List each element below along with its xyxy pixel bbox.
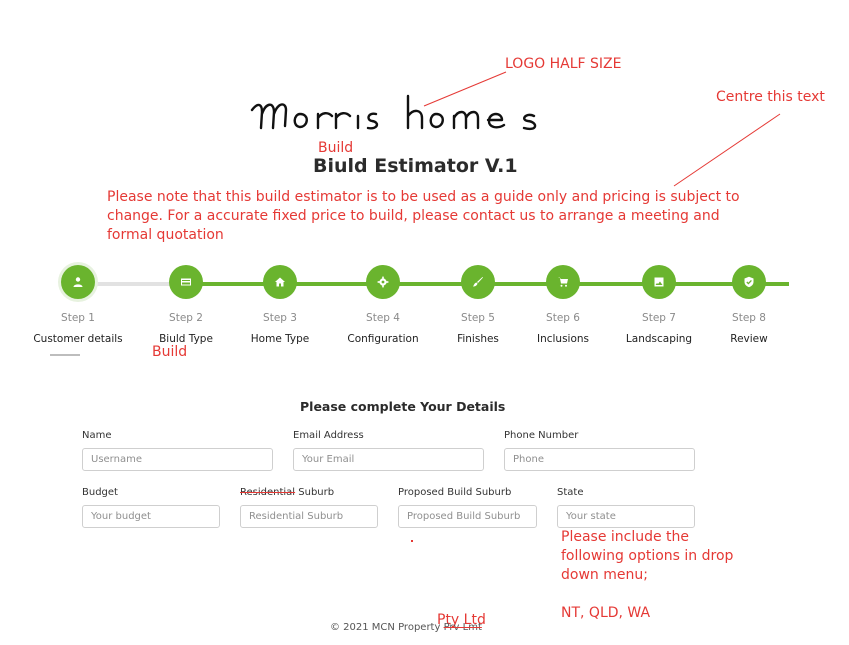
step-3-circle[interactable]	[263, 265, 297, 299]
step-8-label[interactable]: Review	[694, 333, 804, 345]
state-note-line-3: down menu;	[561, 567, 648, 583]
step-3-number: Step 3	[263, 312, 297, 324]
email-input[interactable]	[293, 448, 484, 471]
logo-half-size-note: LOGO HALF SIZE	[505, 56, 622, 72]
email-label: Email Address	[293, 430, 364, 441]
step-8-number: Step 8	[732, 312, 766, 324]
card-icon	[181, 278, 191, 286]
state-note-options: NT, QLD, WA	[561, 605, 651, 621]
step-4-label[interactable]: Configuration	[328, 333, 438, 345]
centre-note-pointer-line	[673, 113, 781, 187]
state-dropdown-note: Please include the following options in …	[561, 528, 733, 623]
user-icon	[73, 277, 83, 287]
budget-label: Budget	[82, 487, 118, 498]
step-6-number: Step 6	[546, 312, 580, 324]
step-1-label[interactable]: Customer details	[23, 333, 133, 345]
image-icon	[654, 277, 664, 287]
state-note-spacer	[561, 585, 733, 604]
budget-input[interactable]	[82, 505, 220, 528]
state-input[interactable]	[557, 505, 695, 528]
home-icon	[275, 277, 285, 287]
step-6-circle[interactable]	[546, 265, 580, 299]
brush-icon	[473, 277, 483, 287]
step-1-number: Step 1	[61, 312, 95, 324]
suburb-input[interactable]	[240, 505, 378, 528]
shield-check-icon	[744, 276, 754, 288]
name-input[interactable]	[82, 448, 273, 471]
gear-icon	[377, 276, 389, 288]
name-label: Name	[82, 430, 112, 441]
build-correction-note: Build	[318, 140, 354, 156]
disclaimer-notice: Please note that this build estimator is…	[107, 189, 740, 243]
phone-input[interactable]	[504, 448, 695, 471]
phone-label: Phone Number	[504, 430, 579, 441]
step-4-circle[interactable]	[366, 265, 400, 299]
centre-text-note: Centre this text	[716, 89, 825, 105]
suburb-label-rest: Suburb	[295, 487, 335, 498]
page-title: Biuld Estimator V.1	[313, 155, 518, 177]
footer-copyright-text: © 2021 MCN Property	[330, 622, 444, 633]
build-type-correction-note: Build	[152, 344, 188, 360]
step-5-circle[interactable]	[461, 265, 495, 299]
logo-note-pointer-line	[423, 71, 507, 107]
step-2-circle[interactable]	[169, 265, 203, 299]
step-8-circle[interactable]	[732, 265, 766, 299]
build-suburb-label: Proposed Build Suburb	[398, 487, 512, 498]
state-label: State	[557, 487, 584, 498]
step-1-circle[interactable]	[61, 265, 95, 299]
step-1-active-underline	[50, 354, 80, 356]
step-4-number: Step 4	[366, 312, 400, 324]
step-7-circle[interactable]	[642, 265, 676, 299]
suburb-label: Residential Suburb	[240, 487, 334, 498]
stray-red-mark	[411, 540, 413, 542]
state-note-line-2: following options in drop	[561, 548, 734, 564]
step-6-label[interactable]: Inclusions	[508, 333, 618, 345]
state-note-line-1: Please include the	[561, 529, 690, 545]
build-suburb-input[interactable]	[398, 505, 537, 528]
form-title: Please complete Your Details	[300, 399, 506, 414]
suburb-label-struck-word: Residential	[240, 487, 296, 498]
footer-struck-text: Prv Lmt	[443, 622, 482, 633]
cart-icon	[558, 277, 568, 287]
footer-copyright: © 2021 MCN Property Prv Lmt	[330, 622, 482, 633]
step-3-label[interactable]: Home Type	[225, 333, 335, 345]
